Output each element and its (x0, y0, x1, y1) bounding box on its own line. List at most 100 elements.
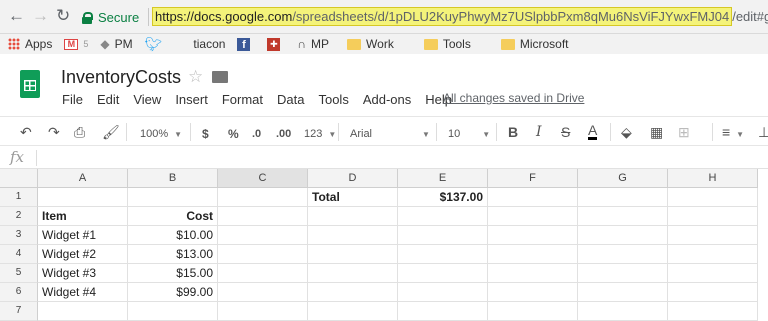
cell-h7[interactable] (668, 302, 758, 321)
cell-e6[interactable] (398, 283, 488, 302)
cell-h6[interactable] (668, 283, 758, 302)
menu-insert[interactable]: Insert (175, 92, 208, 107)
cell-f2[interactable] (488, 207, 578, 226)
column-header-f[interactable]: F (488, 169, 578, 188)
column-header-b[interactable]: B (128, 169, 218, 188)
cell-c2[interactable] (218, 207, 308, 226)
text-color-icon[interactable]: A (588, 123, 598, 140)
cell-b6[interactable]: $99.00 (128, 283, 218, 302)
menu-format[interactable]: Format (222, 92, 263, 107)
cell-f5[interactable] (488, 264, 578, 283)
align-left-icon[interactable]: ≡ ▼ (722, 123, 744, 144)
cell-a4[interactable]: Widget #2 (38, 245, 128, 264)
cell-g4[interactable] (578, 245, 668, 264)
row-header-2[interactable]: 2 (0, 207, 38, 226)
cell-e4[interactable] (398, 245, 488, 264)
cell-b2[interactable]: Cost (128, 207, 218, 226)
cell-e2[interactable] (398, 207, 488, 226)
bookmark-red-app[interactable]: ✚ (267, 37, 285, 51)
folder-icon[interactable] (212, 71, 228, 83)
zoom-select[interactable]: 100% ▼ (140, 125, 182, 144)
cell-c7[interactable] (218, 302, 308, 321)
cell-d5[interactable] (308, 264, 398, 283)
cell-b7[interactable] (128, 302, 218, 321)
cell-b4[interactable]: $13.00 (128, 245, 218, 264)
menu-data[interactable]: Data (277, 92, 304, 107)
cell-a6[interactable]: Widget #4 (38, 283, 128, 302)
cell-h2[interactable] (668, 207, 758, 226)
menu-tools[interactable]: Tools (318, 92, 348, 107)
cell-f7[interactable] (488, 302, 578, 321)
cell-c6[interactable] (218, 283, 308, 302)
cell-e5[interactable] (398, 264, 488, 283)
bookmark-tools[interactable]: Tools (423, 37, 471, 51)
bookmark-mp[interactable]: ∩ MP (297, 37, 329, 51)
cell-g5[interactable] (578, 264, 668, 283)
font-select[interactable]: Arial ▼ (350, 125, 430, 144)
column-header-d[interactable]: D (308, 169, 398, 188)
cell-h1[interactable] (668, 188, 758, 207)
menu-addons[interactable]: Add-ons (363, 92, 411, 107)
cell-h3[interactable] (668, 226, 758, 245)
row-header-5[interactable]: 5 (0, 264, 38, 283)
bookmark-facebook[interactable]: f (237, 37, 255, 51)
cell-g1[interactable] (578, 188, 668, 207)
cell-d2[interactable] (308, 207, 398, 226)
cell-e7[interactable] (398, 302, 488, 321)
bookmark-apps[interactable]: Apps (8, 37, 52, 51)
cell-h5[interactable] (668, 264, 758, 283)
column-header-g[interactable]: G (578, 169, 668, 188)
select-all-corner[interactable] (0, 169, 38, 188)
star-icon[interactable]: ☆ (188, 67, 203, 87)
column-header-e[interactable]: E (398, 169, 488, 188)
increase-decimal-button[interactable]: .00 (276, 125, 291, 143)
bookmark-pm[interactable]: ◆ PM (100, 37, 132, 51)
row-header-4[interactable]: 4 (0, 245, 38, 264)
row-header-3[interactable]: 3 (0, 226, 38, 245)
row-header-6[interactable]: 6 (0, 283, 38, 302)
cell-f3[interactable] (488, 226, 578, 245)
row-header-7[interactable]: 7 (0, 302, 38, 321)
strikethrough-icon[interactable]: S (561, 123, 570, 141)
bookmark-twitter[interactable]: 🐦︎ (145, 36, 168, 53)
cell-d3[interactable] (308, 226, 398, 245)
cell-a5[interactable]: Widget #3 (38, 264, 128, 283)
bookmark-tiacon[interactable]: tiacon (193, 37, 225, 51)
italic-icon[interactable]: I (536, 123, 542, 141)
cell-d6[interactable] (308, 283, 398, 302)
redo-icon[interactable]: ↷ (48, 123, 60, 141)
font-size-select[interactable]: 10 ▼ (448, 125, 490, 144)
currency-format-button[interactable]: $ (202, 125, 209, 143)
cell-e1[interactable]: $137.00 (398, 188, 488, 207)
reload-icon[interactable]: ↻ (56, 7, 70, 25)
bold-icon[interactable]: B (508, 123, 518, 141)
document-title[interactable]: InventoryCosts (61, 67, 181, 88)
cell-d4[interactable] (308, 245, 398, 264)
bookmark-gmail[interactable]: M5 (64, 38, 88, 50)
menu-file[interactable]: File (62, 92, 83, 107)
borders-icon[interactable]: ▦ (650, 123, 663, 141)
back-icon[interactable]: ← (8, 7, 25, 25)
cell-f1[interactable] (488, 188, 578, 207)
cell-d1[interactable]: Total (308, 188, 398, 207)
merge-cells-icon[interactable]: ⊞ (678, 123, 690, 141)
cell-a3[interactable]: Widget #1 (38, 226, 128, 245)
cell-h4[interactable] (668, 245, 758, 264)
cell-c5[interactable] (218, 264, 308, 283)
valign-icon[interactable]: ⊥ (758, 123, 768, 141)
menu-view[interactable]: View (133, 92, 161, 107)
bookmark-microsoft[interactable]: Microsoft (500, 37, 569, 51)
save-status[interactable]: All changes saved in Drive (443, 91, 584, 105)
column-header-a[interactable]: A (38, 169, 128, 188)
row-header-1[interactable]: 1 (0, 188, 38, 207)
cell-a1[interactable] (38, 188, 128, 207)
cell-b5[interactable]: $15.00 (128, 264, 218, 283)
cell-b3[interactable]: $10.00 (128, 226, 218, 245)
bookmark-work[interactable]: Work (347, 37, 394, 51)
menu-edit[interactable]: Edit (97, 92, 119, 107)
decrease-decimal-button[interactable]: .0 (252, 125, 261, 143)
cell-f6[interactable] (488, 283, 578, 302)
cell-c3[interactable] (218, 226, 308, 245)
url-input[interactable]: https://docs.google.com/spreadsheets/d/1… (152, 6, 768, 28)
cell-g6[interactable] (578, 283, 668, 302)
